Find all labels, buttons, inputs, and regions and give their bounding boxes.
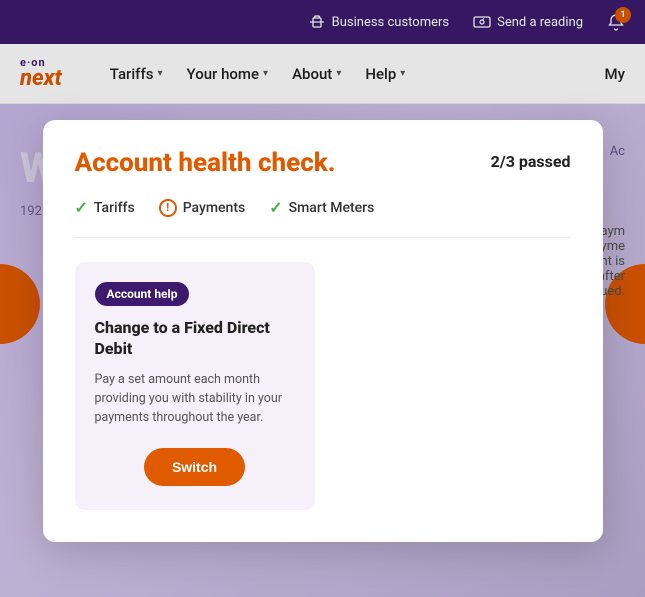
card-title: Change to a Fixed Direct Debit bbox=[95, 318, 295, 360]
modal-title: Account health check. bbox=[75, 148, 336, 178]
check-tariffs-label: Tariffs bbox=[94, 200, 135, 216]
check-item-tariffs: ✓ Tariffs bbox=[75, 198, 135, 217]
modal-header: Account health check. 2/3 passed bbox=[75, 148, 571, 178]
check-items-row: ✓ Tariffs ! Payments ✓ Smart Meters bbox=[75, 198, 571, 238]
check-smart-meters-label: Smart Meters bbox=[289, 200, 375, 216]
check-passed-icon: ✓ bbox=[75, 198, 88, 217]
switch-button[interactable]: Switch bbox=[144, 448, 245, 486]
check-item-payments: ! Payments bbox=[159, 199, 246, 217]
card-description: Pay a set amount each month providing yo… bbox=[95, 370, 295, 428]
account-health-modal: Account health check. 2/3 passed ✓ Tarif… bbox=[43, 120, 603, 542]
check-payments-label: Payments bbox=[183, 200, 246, 216]
check-item-smart-meters: ✓ Smart Meters bbox=[269, 198, 374, 217]
card-tag: Account help bbox=[95, 282, 190, 306]
modal-overlay: Account health check. 2/3 passed ✓ Tarif… bbox=[0, 0, 645, 597]
check-passed-icon: ✓ bbox=[269, 198, 282, 217]
account-help-card: Account help Change to a Fixed Direct De… bbox=[75, 262, 315, 510]
check-warning-icon: ! bbox=[159, 199, 177, 217]
modal-passed: 2/3 passed bbox=[491, 152, 571, 171]
